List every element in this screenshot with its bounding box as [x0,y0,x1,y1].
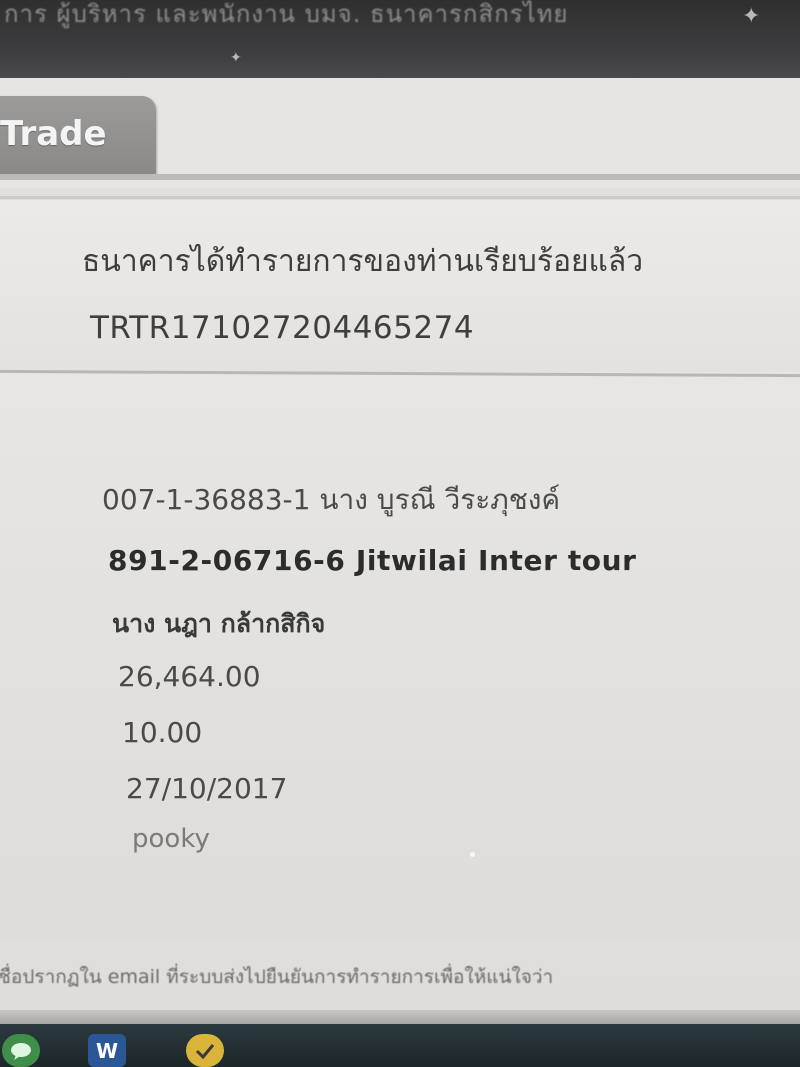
footer-note: ชื่อปรากฏใน email ที่ระบบส่งไปยืนยันการท… [0,966,554,988]
success-message: ธนาคารได้ทำรายการของท่านเรียบร้อยแล้ว [82,244,644,279]
recipient-name: นาง นฎา กล้ากสิกิจ [112,609,326,638]
tab-trade-label: Trade [0,114,107,154]
panel-top-border [0,196,800,199]
screen: การ ผู้บริหาร และพนักงาน บมจ. ธนาคารกสิก… [0,0,800,1067]
sparkle-icon: ✦ [230,50,242,66]
page-bottom-border [0,1010,800,1024]
reference-number: TRTR171027204465274 [90,310,475,346]
transfer-memo: pooky [132,824,210,854]
banner-text: การ ผู้บริหาร และพนักงาน บมจ. ธนาคารกสิก… [4,0,569,28]
header-banner: การ ผู้บริหาร และพนักงาน บมจ. ธนาคารกสิก… [0,0,800,78]
transfer-date: 27/10/2017 [126,772,288,805]
checkmark-app-icon[interactable] [186,1034,224,1067]
from-account: 007-1-36883-1 นาง บูรณี วีระภุชงค์ [102,483,561,516]
screen-glare [470,852,475,857]
to-account: 891-2-06716-6 Jitwilai Inter tour [108,544,637,577]
word-app-icon[interactable]: W [88,1034,126,1067]
sparkle-icon: ✦ [742,4,761,29]
tab-trade[interactable]: Trade [0,96,156,174]
transfer-amount: 26,464.00 [118,660,261,693]
transfer-fee: 10.00 [122,716,203,749]
tab-underline [0,174,800,180]
chat-app-icon[interactable] [2,1034,40,1067]
confirmation-panel [0,200,800,372]
